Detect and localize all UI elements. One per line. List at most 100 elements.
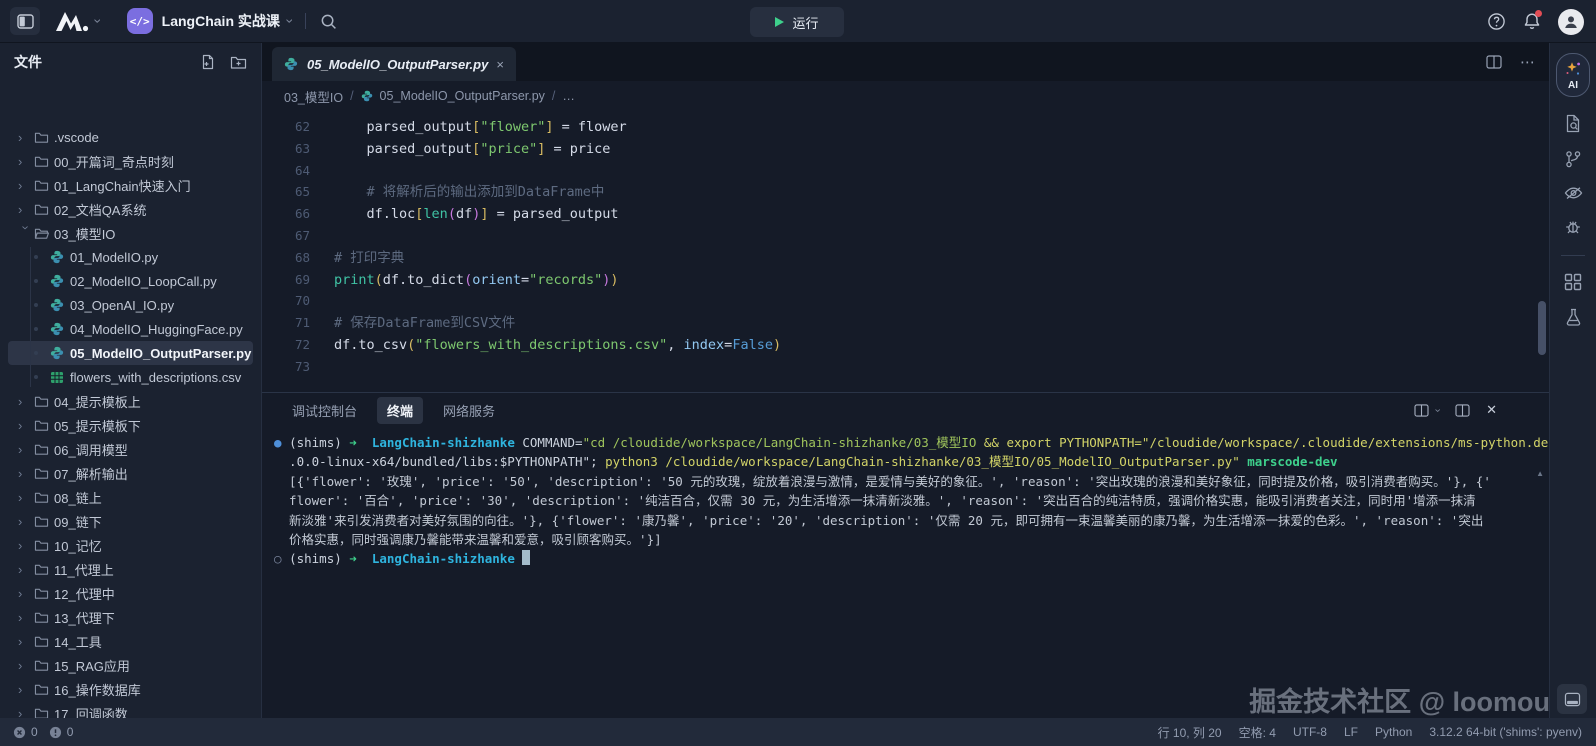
code-line-73[interactable]: 73	[262, 356, 1549, 378]
tree-item-12_代理中[interactable]: ›12_代理中	[8, 581, 253, 605]
notifications-bell-icon[interactable]	[1523, 12, 1541, 31]
search-icon[interactable]	[320, 13, 337, 30]
tree-item-01_ModelIO.py[interactable]: 01_ModelIO.py	[8, 245, 253, 269]
breadcrumb-symbol[interactable]: …	[562, 89, 575, 103]
marscode-logo-icon[interactable]	[54, 10, 90, 32]
code-line-72[interactable]: 72df.to_csv("flowers_with_descriptions.c…	[262, 334, 1549, 356]
split-chevron-icon[interactable]: ›	[1432, 408, 1443, 412]
tree-item-05_提示模板下[interactable]: ›05_提示模板下	[8, 413, 253, 437]
editor-tab-bar: 05_ModelIO_OutputParser.py × ⋯	[262, 43, 1549, 81]
preview-eye-icon[interactable]	[1556, 185, 1590, 201]
tree-item-06_调用模型[interactable]: ›06_调用模型	[8, 437, 253, 461]
problems-indicator[interactable]: 0 0	[0, 725, 79, 739]
code-line-64[interactable]: 64	[262, 160, 1549, 182]
new-file-icon[interactable]	[200, 54, 216, 70]
terminal-line-3: [{'flower': '玫瑰', 'price': '50', 'descri…	[274, 472, 1549, 491]
test-flask-icon[interactable]	[1556, 308, 1590, 326]
code-editor[interactable]: 62 parsed_output["flower"] = flower63 pa…	[262, 111, 1549, 392]
tree-item-17_回调函数[interactable]: ›17_回调函数	[8, 701, 253, 718]
more-actions-icon[interactable]: ⋯	[1520, 53, 1535, 71]
tree-item-07_解析输出[interactable]: ›07_解析输出	[8, 461, 253, 485]
code-line-67[interactable]: 67	[262, 225, 1549, 247]
user-avatar[interactable]	[1558, 9, 1584, 35]
tab-network-service[interactable]: 网络服务	[433, 397, 505, 424]
warnings-icon	[49, 726, 62, 739]
extensions-grid-icon[interactable]	[1556, 273, 1590, 291]
tab-terminal[interactable]: 终端	[377, 397, 423, 424]
editor-scrollbar[interactable]	[1538, 301, 1546, 355]
chevron-right-icon: ›	[18, 491, 34, 504]
tree-item-08_链上[interactable]: › 08_链上	[8, 485, 253, 509]
line-number: 65	[262, 181, 310, 203]
status-item-2[interactable]: 空格: 4	[1239, 724, 1276, 741]
terminal-line-6: 价格实惠，同时强调康乃馨能带来温馨和爱意，吸引顾客购买。'}]	[274, 530, 1549, 549]
status-item-6[interactable]: 3.12.2 64-bit ('shims': pyenv)	[1429, 725, 1582, 739]
terminal[interactable]: ● (shims) ➜ LangChain-shizhanke COMMAND=…	[262, 427, 1549, 569]
tab-close-icon[interactable]: ×	[496, 57, 504, 72]
code-line-63[interactable]: 63 parsed_output["price"] = price	[262, 138, 1549, 160]
tree-item-02_ModelIO_LoopCall.py[interactable]: 02_ModelIO_LoopCall.py	[8, 269, 253, 293]
code-line-69[interactable]: 69print(df.to_dict(orient="records"))	[262, 269, 1549, 291]
code-line-70[interactable]: 70	[262, 290, 1549, 312]
help-icon[interactable]	[1487, 12, 1506, 31]
tree-item-09_链下[interactable]: ›09_链下	[8, 509, 253, 533]
tree-item-label: 02_ModelIO_LoopCall.py	[70, 274, 217, 289]
tree-item-04_ModelIO_HuggingFace.py[interactable]: 04_ModelIO_HuggingFace.py	[8, 317, 253, 341]
status-item-5[interactable]: Python	[1375, 725, 1412, 739]
tree-item-03_OpenAI_IO.py[interactable]: 03_OpenAI_IO.py	[8, 293, 253, 317]
tree-item-16_操作数据库[interactable]: ›16_操作数据库	[8, 677, 253, 701]
tree-item-15_RAG应用[interactable]: ›15_RAG应用	[8, 653, 253, 677]
tree-item-.vscode[interactable]: ›.vscode	[8, 125, 253, 149]
indent-guide	[30, 247, 31, 387]
tree-item-13_代理下[interactable]: ›13_代理下	[8, 605, 253, 629]
code-line-62[interactable]: 62 parsed_output["flower"] = flower	[262, 116, 1549, 138]
chevron-right-icon: ›	[18, 395, 34, 408]
code-line-66[interactable]: 66 df.loc[len(df)] = parsed_output	[262, 203, 1549, 225]
terminal-scroll-arrow-icon[interactable]: ▲	[1536, 469, 1544, 478]
status-item-1[interactable]: 行 10, 列 20	[1158, 724, 1222, 741]
tree-item-01_LangChain快速入门[interactable]: ›01_LangChain快速入门	[8, 173, 253, 197]
breadcrumb: 03_模型IO / 05_ModelIO_OutputParser.py / …	[262, 81, 1549, 111]
tree-item-label: 08_链上	[54, 488, 102, 507]
split-terminal-icon[interactable]	[1414, 404, 1429, 417]
folder-icon	[34, 179, 54, 192]
run-button[interactable]: 运行	[750, 7, 844, 37]
file-status-dot-icon	[34, 255, 50, 259]
status-item-3[interactable]: UTF-8	[1293, 725, 1327, 739]
panel-toggle-icon[interactable]	[1557, 684, 1587, 714]
tree-item-04_提示模板上[interactable]: ›04_提示模板上	[8, 389, 253, 413]
source-control-icon[interactable]	[1556, 150, 1590, 168]
project-chevron-icon[interactable]: ›	[283, 19, 297, 24]
code-line-71[interactable]: 71# 保存DataFrame到CSV文件	[262, 312, 1549, 334]
tree-item-02_文档QA系统[interactable]: ›02_文档QA系统	[8, 197, 253, 221]
breadcrumb-file[interactable]: 05_ModelIO_OutputParser.py	[380, 89, 545, 103]
close-panel-icon[interactable]: ✕	[1486, 402, 1497, 418]
editor-tab-active[interactable]: 05_ModelIO_OutputParser.py ×	[272, 47, 516, 81]
sidebar-toggle-icon[interactable]	[10, 7, 40, 35]
tab-debug-console[interactable]: 调试控制台	[282, 397, 367, 424]
debug-bug-icon[interactable]	[1556, 218, 1590, 236]
tree-item-10_记忆[interactable]: ›10_记忆	[8, 533, 253, 557]
tree-item-05_ModelIO_OutputParser.py[interactable]: 05_ModelIO_OutputParser.py	[8, 341, 253, 365]
tree-item-14_工具[interactable]: ›14_工具	[8, 629, 253, 653]
ai-assistant-icon[interactable]: AI	[1556, 53, 1590, 97]
tree-item-00_开篇词_奇点时刻[interactable]: ›00_开篇词_奇点时刻	[8, 149, 253, 173]
code-line-68[interactable]: 68# 打印字典	[262, 247, 1549, 269]
tree-item-11_代理上[interactable]: ›11_代理上	[8, 557, 253, 581]
code-line-65[interactable]: 65 # 将解析后的输出添加到DataFrame中	[262, 181, 1549, 203]
logo-chevron-icon[interactable]: ›	[91, 19, 105, 24]
panel-layout-icon[interactable]	[1455, 404, 1470, 417]
code-lines: 62 parsed_output["flower"] = flower63 pa…	[262, 116, 1549, 378]
status-item-4[interactable]: LF	[1344, 725, 1358, 739]
project-name[interactable]: LangChain 实战课	[162, 11, 280, 31]
python-file-icon	[361, 90, 373, 102]
file-status-dot-icon	[34, 327, 50, 331]
tree-item-label: 09_链下	[54, 512, 102, 531]
file-search-icon[interactable]	[1556, 114, 1590, 133]
project-badge-icon: </>	[127, 8, 153, 34]
new-folder-icon[interactable]	[230, 55, 247, 70]
breadcrumb-folder[interactable]: 03_模型IO	[284, 87, 343, 106]
tree-item-03_模型IO[interactable]: ›03_模型IO	[8, 221, 253, 245]
tree-item-flowers_with_descriptions.csv[interactable]: flowers_with_descriptions.csv	[8, 365, 253, 389]
split-editor-icon[interactable]	[1486, 55, 1502, 69]
